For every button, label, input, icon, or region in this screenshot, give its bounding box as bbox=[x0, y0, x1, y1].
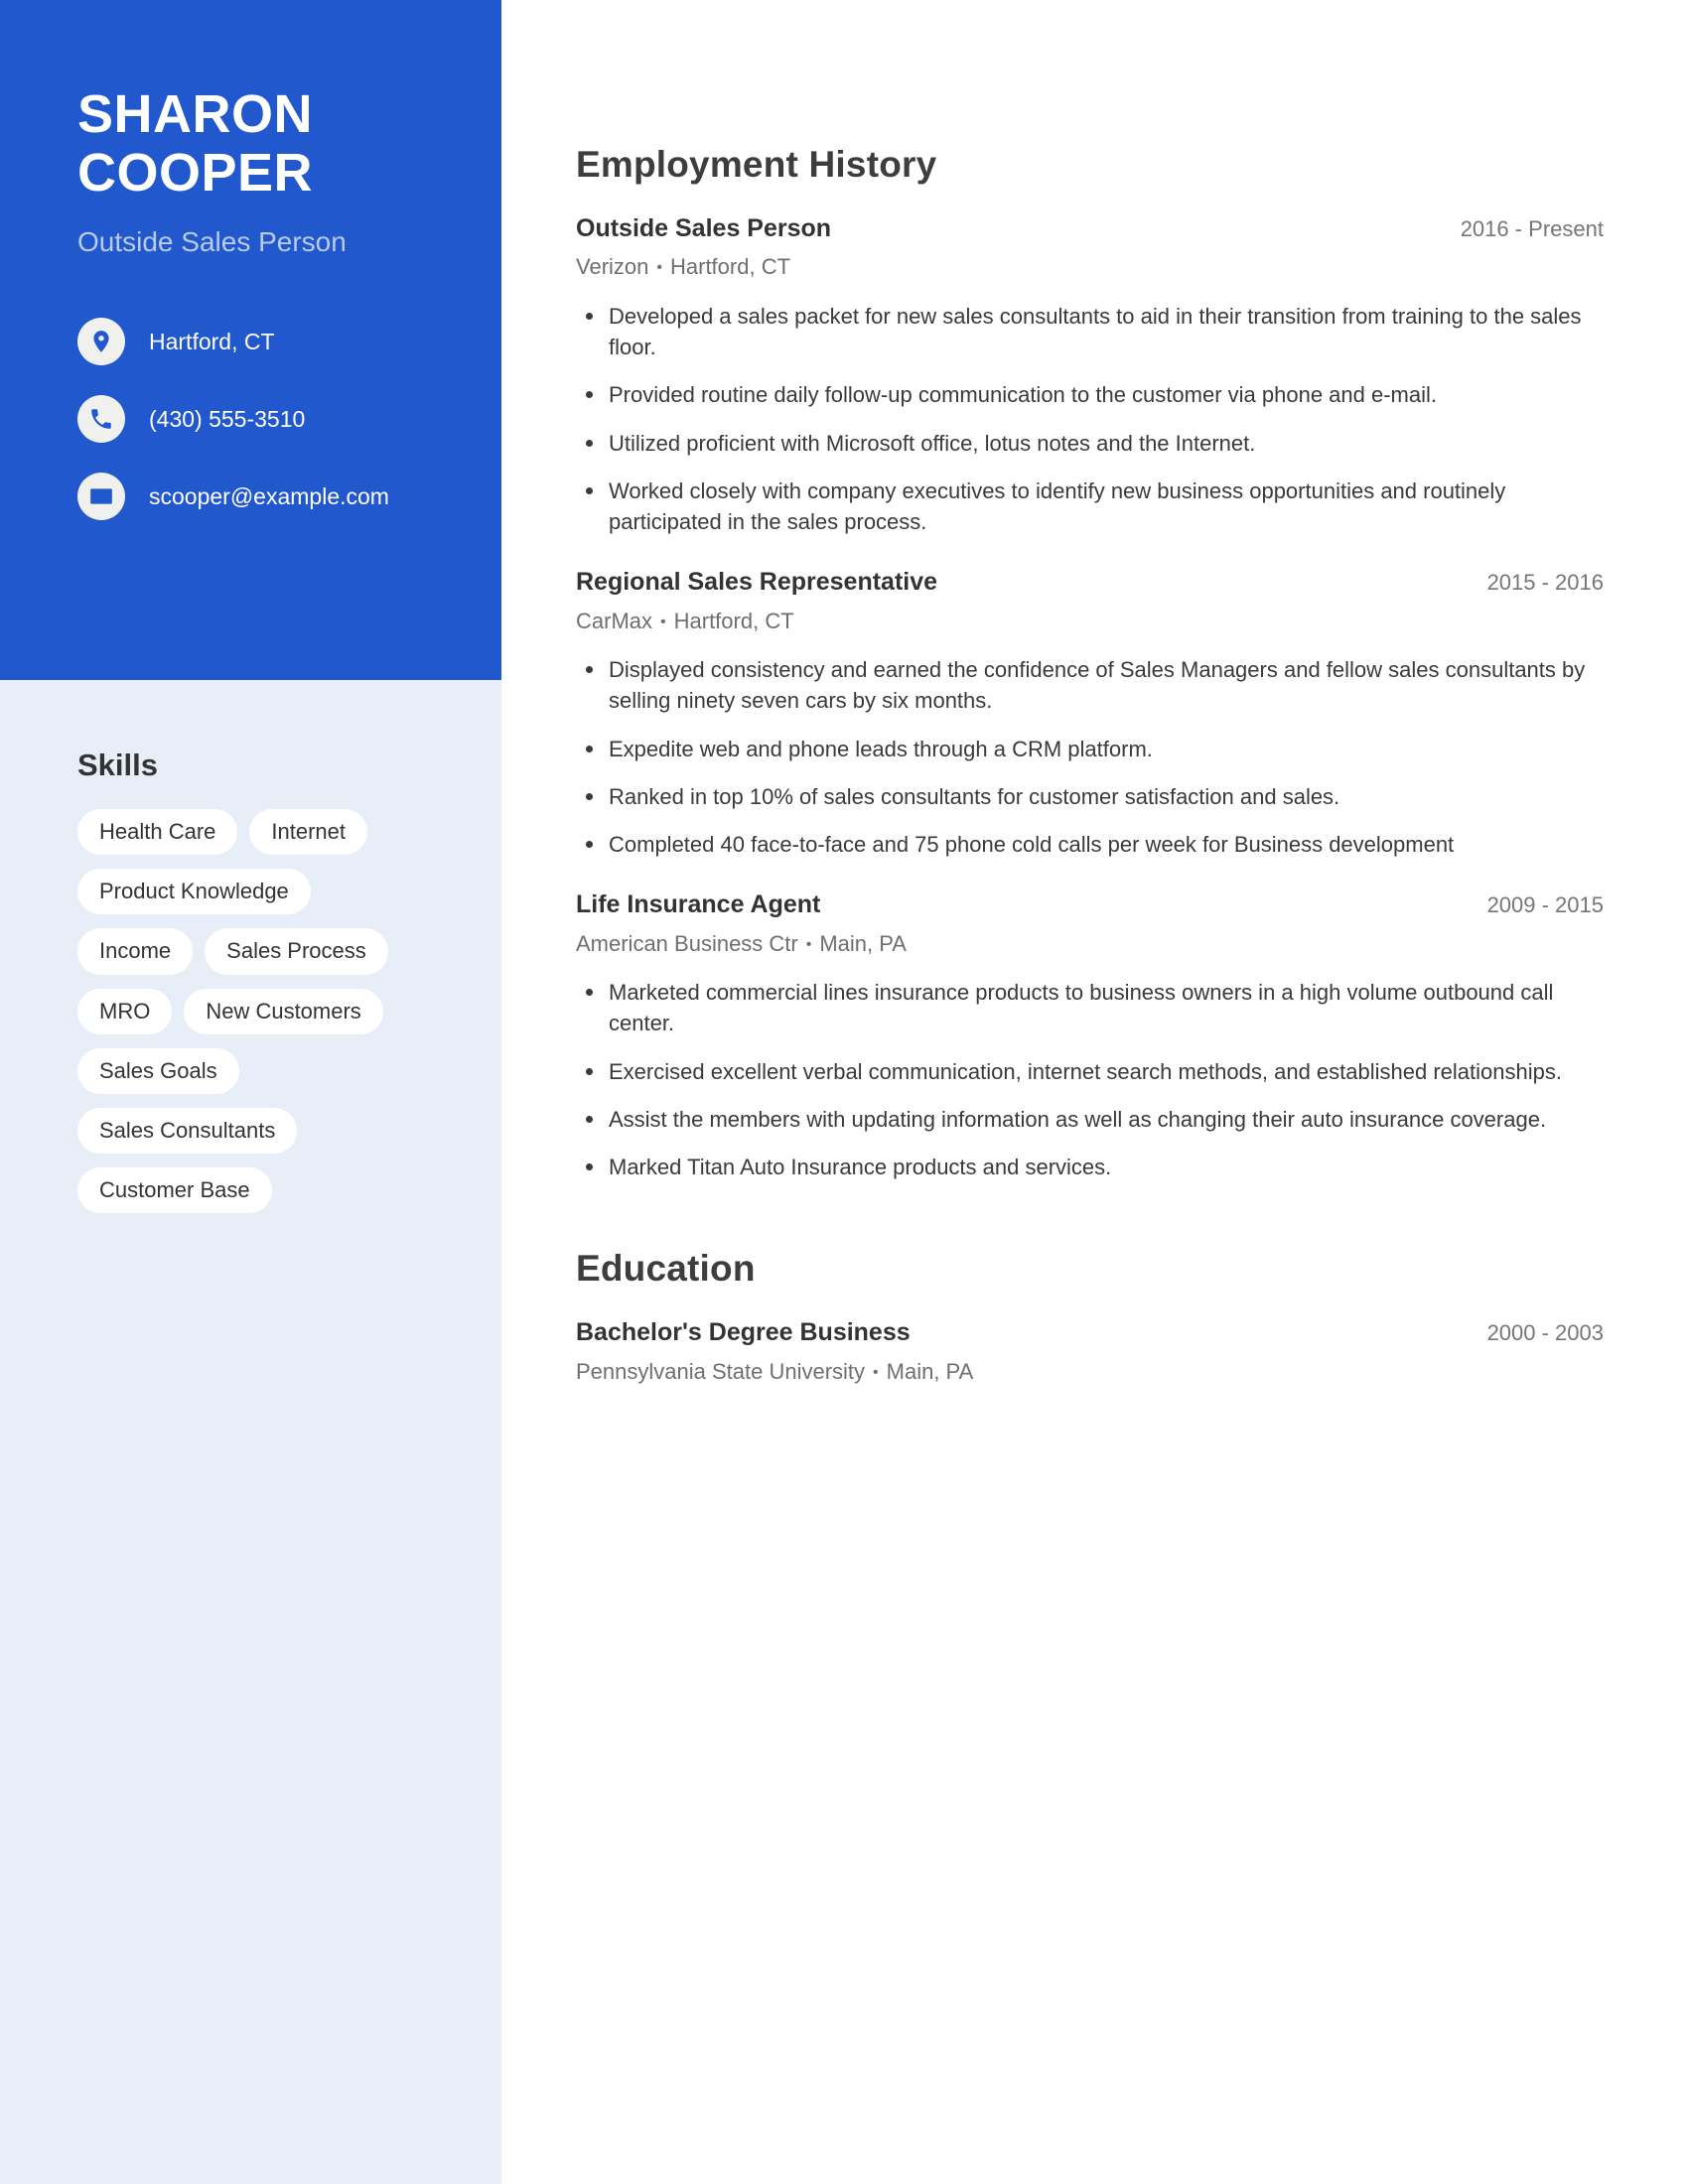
entry-subtitle: CarMax • Hartford, CT bbox=[576, 608, 1604, 636]
contact-location-text: Hartford, CT bbox=[149, 328, 275, 354]
entry-bullet: Marked Titan Auto Insurance products and… bbox=[576, 1152, 1604, 1182]
entry-bullet: Utilized proficient with Microsoft offic… bbox=[576, 428, 1604, 459]
education-entry-list: Bachelor's Degree Business 2000 - 2003 Pen… bbox=[576, 1317, 1604, 1386]
contact-phone-text: (430) 555-3510 bbox=[149, 405, 306, 432]
education-heading: Education bbox=[576, 1248, 756, 1290]
skill-tag: Income bbox=[77, 928, 194, 975]
experience-entry: Bachelor's Degree Business 2000 - 2003 Pen… bbox=[576, 1317, 1604, 1386]
candidate-name: SHARON COOPER bbox=[77, 84, 450, 204]
entry-location: Main, PA bbox=[886, 1358, 974, 1384]
sidebar-header: SHARON COOPER Outside Sales Person Hartf… bbox=[0, 0, 501, 680]
skills-heading: Skills bbox=[77, 748, 158, 782]
contact-item-location: Hartford, CT bbox=[77, 318, 450, 366]
entry-bullet: Assist the members with updating informa… bbox=[576, 1104, 1604, 1135]
bullet-separator-icon: • bbox=[660, 613, 666, 630]
employment-history-heading: Employment History bbox=[576, 144, 937, 185]
entry-location: Hartford, CT bbox=[673, 608, 794, 633]
skill-tag: Health Care bbox=[77, 809, 238, 856]
entry-location: Main, PA bbox=[819, 930, 907, 956]
entry-bullet-list: Developed a sales packet for new sales c… bbox=[576, 301, 1604, 537]
entry-bullet: Ranked in top 10% of sales consultants f… bbox=[576, 781, 1604, 812]
education-section: Education Bachelor's Degree Business 2000… bbox=[576, 1248, 1604, 1386]
first-name: SHARON bbox=[77, 84, 314, 144]
entry-bullet: Marketed commercial lines insurance prod… bbox=[576, 977, 1604, 1038]
entry-bullet: Completed 40 face-to-face and 75 phone c… bbox=[576, 829, 1604, 860]
entry-title: Regional Sales Representative bbox=[576, 568, 938, 597]
last-name: COOPER bbox=[77, 143, 314, 204]
entry-bullet: Worked closely with company executives t… bbox=[576, 476, 1604, 537]
email-envelope-icon bbox=[77, 473, 125, 521]
skill-tag: Sales Consultants bbox=[77, 1107, 298, 1155]
resume-page: SHARON COOPER Outside Sales Person Hartf… bbox=[0, 0, 1688, 2184]
entry-title: Life Insurance Agent bbox=[576, 890, 821, 919]
entry-title: Outside Sales Person bbox=[576, 214, 832, 242]
entry-dates: 2009 - 2015 bbox=[1486, 892, 1604, 918]
contact-list: Hartford, CT (430) 555-3510 scooper@exam… bbox=[77, 318, 450, 521]
skill-tag: Sales Goals bbox=[77, 1047, 239, 1094]
entry-header-row: Regional Sales Representative 2015 - 2016 bbox=[576, 567, 1604, 598]
entry-organization: Verizon bbox=[576, 254, 649, 280]
main-content: Employment History Outside Sales Person 2… bbox=[501, 0, 1688, 2184]
entry-bullet-list: Marketed commercial lines insurance prod… bbox=[576, 977, 1604, 1182]
entry-bullet: Displayed consistency and earned the con… bbox=[576, 654, 1604, 716]
experience-entry: Regional Sales Representative 2015 - 2016… bbox=[576, 567, 1604, 860]
skill-tag: New Customers bbox=[184, 988, 383, 1034]
entry-bullet: Expedite web and phone leads through a C… bbox=[576, 734, 1604, 764]
bullet-separator-icon: • bbox=[873, 1363, 879, 1381]
contact-item-email: scooper@example.com bbox=[77, 473, 450, 521]
entry-header-row: Bachelor's Degree Business 2000 - 2003 bbox=[576, 1317, 1604, 1348]
contact-email-text: scooper@example.com bbox=[149, 482, 389, 509]
skill-tag: Sales Process bbox=[205, 928, 388, 975]
entry-header-row: Outside Sales Person 2016 - Present bbox=[576, 213, 1604, 244]
entry-bullet-list: Displayed consistency and earned the con… bbox=[576, 654, 1604, 860]
skill-tag-list: Health Care Internet Product Knowledge Inco… bbox=[77, 809, 405, 1214]
phone-icon bbox=[77, 395, 125, 444]
location-pin-icon bbox=[77, 318, 125, 366]
entry-dates: 2016 - Present bbox=[1460, 216, 1604, 241]
entry-organization: American Business Ctr bbox=[576, 930, 798, 956]
skill-tag: Product Knowledge bbox=[77, 869, 311, 915]
bullet-separator-icon: • bbox=[656, 259, 662, 277]
entry-header-row: Life Insurance Agent 2009 - 2015 bbox=[576, 889, 1604, 920]
entry-subtitle: Verizon • Hartford, CT bbox=[576, 253, 1604, 282]
employment-entry-list: Outside Sales Person 2016 - Present Verizo… bbox=[576, 213, 1604, 1182]
entry-bullet: Developed a sales packet for new sales c… bbox=[576, 301, 1604, 362]
skill-tag: Customer Base bbox=[77, 1167, 272, 1214]
entry-subtitle: American Business Ctr • Main, PA bbox=[576, 930, 1604, 959]
experience-entry: Outside Sales Person 2016 - Present Verizo… bbox=[576, 213, 1604, 537]
experience-entry: Life Insurance Agent 2009 - 2015 American … bbox=[576, 889, 1604, 1182]
sidebar: SHARON COOPER Outside Sales Person Hartf… bbox=[0, 0, 501, 2184]
entry-organization: CarMax bbox=[576, 608, 653, 633]
entry-bullet: Exercised excellent verbal communication… bbox=[576, 1056, 1604, 1087]
bullet-separator-icon: • bbox=[805, 935, 812, 953]
skills-section: Skills Health Care Internet Product Knowle… bbox=[0, 680, 501, 1214]
entry-organization: Pennsylvania State University bbox=[576, 1358, 866, 1384]
entry-dates: 2000 - 2003 bbox=[1486, 1320, 1604, 1346]
entry-dates: 2015 - 2016 bbox=[1486, 570, 1604, 596]
entry-subtitle: Pennsylvania State University • Main, PA bbox=[576, 1358, 1604, 1387]
skill-tag: MRO bbox=[77, 988, 173, 1034]
entry-location: Hartford, CT bbox=[670, 254, 791, 280]
entry-title: Bachelor's Degree Business bbox=[576, 1318, 911, 1347]
candidate-job-title: Outside Sales Person bbox=[77, 225, 347, 257]
entry-bullet: Provided routine daily follow-up communi… bbox=[576, 379, 1604, 410]
skill-tag: Internet bbox=[249, 809, 367, 856]
contact-item-phone: (430) 555-3510 bbox=[77, 395, 450, 444]
employment-history-section: Employment History Outside Sales Person 2… bbox=[576, 144, 1604, 1182]
